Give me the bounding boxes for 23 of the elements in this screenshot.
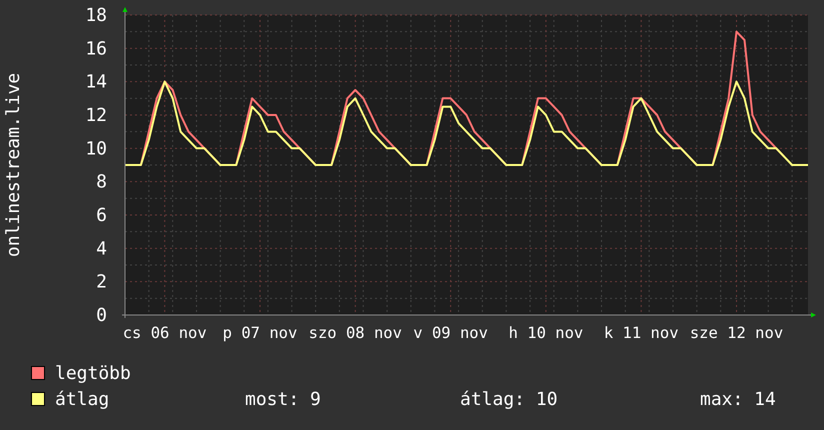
stat-value: most: 9 (245, 388, 322, 410)
x-tick-label: szo 08 nov (308, 324, 402, 342)
y-tick-label: 8 (96, 172, 107, 193)
x-tick-label: k 11 nov (604, 324, 679, 342)
x-tick-label: h 10 nov (508, 324, 584, 342)
x-tick-label: v 09 nov (413, 324, 488, 342)
stat-value: átlag: 10 (460, 388, 559, 410)
y-tick-label: 2 (96, 272, 107, 293)
legend-label: legtöbb (55, 362, 132, 384)
stat-value: max: 14 (700, 388, 776, 410)
y-tick-label: 16 (85, 38, 107, 60)
y-axis-label: onlinestream.live (3, 72, 24, 258)
y-tick-label: 14 (85, 72, 107, 93)
y-tick-label: 4 (96, 238, 107, 260)
y-tick-label: 6 (96, 205, 107, 226)
y-tick-label: 10 (85, 138, 107, 160)
x-tick-label: cs 06 nov (122, 324, 207, 342)
legend-label: átlag (55, 388, 110, 410)
y-tick-label: 0 (96, 305, 107, 326)
y-tick-label: 18 (85, 5, 107, 26)
y-tick-label: 12 (85, 105, 107, 126)
x-tick-label: p 07 nov (222, 324, 298, 342)
x-tick-label: sze 12 nov (690, 324, 784, 342)
